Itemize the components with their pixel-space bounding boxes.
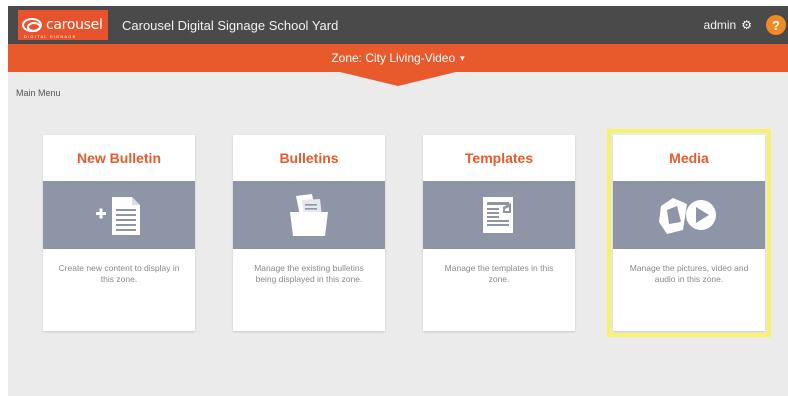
bulletins-folder-icon: [290, 194, 328, 236]
help-icon: ?: [772, 17, 780, 33]
media-highlight-frame: [607, 129, 771, 337]
bulletins-card[interactable]: Bulletins Manage the existing bulletins …: [233, 135, 385, 331]
carousel-logo[interactable]: carousel DIGITAL SIGNAGE: [18, 10, 108, 40]
card-icon-band: [233, 181, 385, 249]
top-bar: carousel DIGITAL SIGNAGE Carousel Digita…: [8, 6, 788, 44]
chevron-down-icon: ▾: [460, 52, 465, 63]
admin-label: admin: [703, 18, 737, 32]
carousel-swirl-icon: [22, 18, 42, 32]
card-description: Manage the templates in this zone.: [444, 263, 554, 284]
templates-icon: [483, 197, 513, 233]
card-description: Create new content to display in this zo…: [58, 263, 180, 284]
templates-card[interactable]: Templates Manage the templates in this z…: [423, 135, 575, 331]
card-title: New Bulletin: [76, 150, 161, 166]
help-button[interactable]: ?: [766, 15, 786, 35]
logo-text: carousel: [46, 17, 103, 33]
main-area: Main Menu New Bulletin Create new conten…: [8, 72, 788, 396]
new-bulletin-card[interactable]: New Bulletin Create new content to displ…: [43, 135, 195, 331]
card-title: Templates: [464, 150, 534, 166]
app-title: Carousel Digital Signage School Yard: [122, 17, 339, 33]
card-icon-band: [423, 181, 575, 249]
breadcrumb: Main Menu: [16, 88, 61, 98]
zone-selector[interactable]: Zone: City Living-Video ▾: [8, 44, 788, 72]
card-description: Manage the existing bulletins being disp…: [254, 263, 364, 284]
card-icon-band: [43, 181, 195, 249]
card-title: Bulletins: [279, 150, 339, 166]
new-bulletin-icon: [96, 197, 140, 235]
logo-subtext: DIGITAL SIGNAGE: [24, 34, 77, 39]
zone-label: Zone: City Living-Video: [331, 51, 456, 65]
admin-menu[interactable]: admin ⚙: [704, 18, 752, 32]
zone-notch: [340, 72, 456, 86]
gear-icon: ⚙: [741, 18, 752, 32]
